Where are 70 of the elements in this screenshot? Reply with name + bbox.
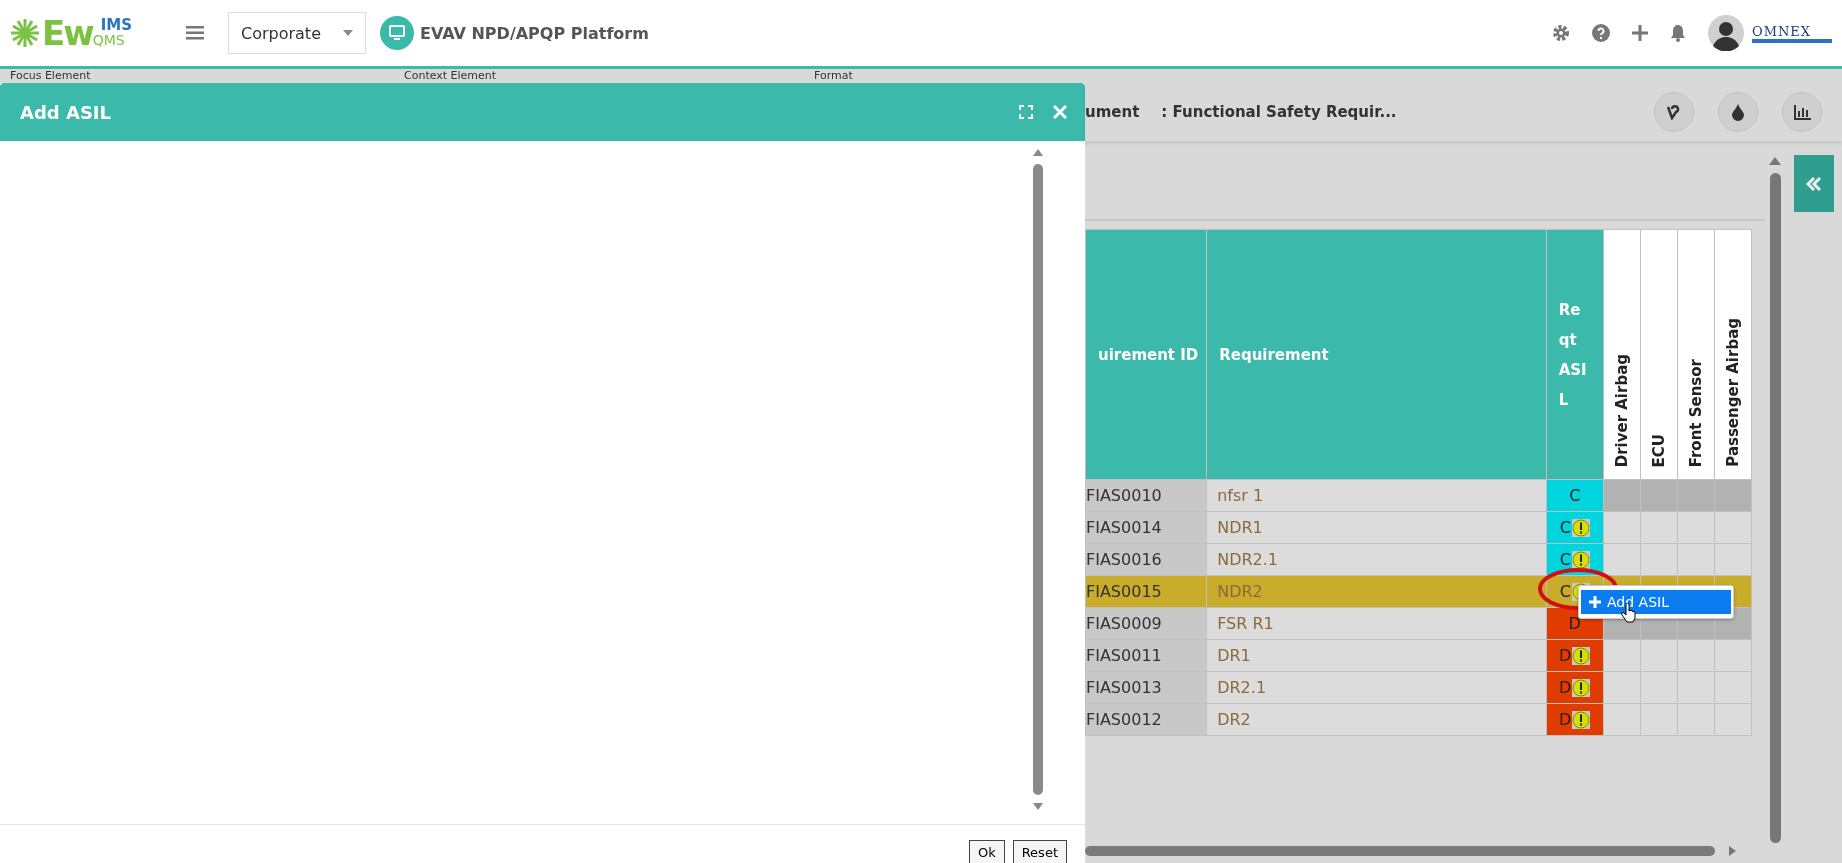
logo-text: Ew — [42, 13, 93, 53]
asil-cell[interactable]: D — [1546, 671, 1604, 704]
platform-title: EVAV NPD/APQP Platform — [420, 23, 649, 43]
table-cell: FIAS0012 — [1085, 703, 1207, 736]
table-cell: DR2 — [1206, 703, 1547, 736]
scroll-up-arrow-icon[interactable] — [1769, 157, 1781, 165]
table-cell: NDR1 — [1206, 511, 1547, 544]
dialog-button[interactable]: Reset — [1012, 840, 1067, 863]
scroll-right-arrow-icon[interactable] — [1729, 846, 1736, 856]
starburst-icon — [10, 18, 40, 48]
document-label: ument — [1085, 103, 1140, 121]
asil-cell[interactable]: D — [1546, 639, 1604, 672]
double-chevron-icon — [1805, 176, 1822, 191]
plus-icon — [1589, 596, 1601, 608]
settings-icon[interactable] — [1552, 24, 1570, 42]
dialog-title: Add ASIL — [20, 101, 113, 123]
chart-button[interactable] — [1782, 92, 1822, 132]
close-icon[interactable] — [1053, 105, 1067, 119]
monitor-icon — [380, 16, 414, 50]
scrollbar-thumb[interactable] — [1769, 173, 1781, 843]
table-cell: DR1 — [1206, 639, 1547, 672]
table-cell: FIAS0014 — [1085, 511, 1207, 544]
table-cell: FIAS0013 — [1085, 671, 1207, 704]
scroll-down-arrow-icon[interactable] — [1033, 803, 1043, 810]
scrollbar-thumb[interactable] — [1085, 846, 1715, 856]
asil-cell[interactable]: D — [1546, 703, 1604, 736]
menu-icon[interactable] — [186, 26, 204, 40]
column-header: Driver Airbag — [1603, 229, 1641, 480]
document-name: : Functional Safety Requir... — [1161, 103, 1397, 121]
vine-icon — [1666, 104, 1682, 120]
drop-button[interactable] — [1718, 92, 1758, 132]
drop-icon — [1732, 103, 1744, 121]
dialog-button[interactable]: Ok — [968, 840, 1005, 863]
table-cell: FIAS0016 — [1085, 543, 1207, 576]
avatar[interactable] — [1708, 15, 1744, 51]
column-header: Requirement — [1206, 229, 1547, 480]
table-cell: FIAS0010 — [1085, 479, 1207, 512]
table-cell: NDR2 — [1206, 575, 1547, 608]
site-dropdown[interactable]: Corporate — [228, 12, 366, 54]
table-cell: FIAS0011 — [1085, 639, 1207, 672]
column-header: Passenger Airbag — [1714, 229, 1752, 480]
vine-button[interactable] — [1654, 92, 1694, 132]
filter-label: Format — [814, 69, 853, 83]
filter-label: Context Element — [404, 69, 497, 83]
table-cell: FSR R1 — [1206, 607, 1547, 640]
table-cell: FIAS0009 — [1085, 607, 1207, 640]
asil-cell[interactable]: C — [1546, 511, 1604, 544]
menu-item[interactable]: Add ASIL — [1581, 590, 1731, 614]
table-cell: DR2.1 — [1206, 671, 1547, 704]
scroll-up-arrow-icon[interactable] — [1033, 149, 1043, 156]
logo-text: IMS — [99, 18, 132, 33]
table-cell: FIAS0015 — [1085, 575, 1207, 608]
scrollbar-thumb[interactable] — [1033, 164, 1043, 795]
column-header: Reqt ASIL — [1546, 229, 1604, 480]
asil-cell[interactable]: C — [1546, 479, 1604, 512]
brand-logo: OMNEX — [1752, 23, 1832, 43]
maximize-icon[interactable] — [1019, 105, 1033, 119]
column-header: uirement ID — [1085, 229, 1207, 480]
column-header: Front Sensor — [1677, 229, 1715, 480]
bell-icon[interactable] — [1670, 24, 1686, 42]
collapse-button[interactable] — [1793, 155, 1834, 212]
table-cell: NDR2.1 — [1206, 543, 1547, 576]
caret-icon — [343, 30, 353, 36]
column-header: ECU — [1640, 229, 1678, 480]
logo-text: QMS — [92, 33, 126, 48]
bar-chart-icon — [1793, 104, 1811, 120]
plus-icon[interactable] — [1632, 25, 1648, 41]
table-cell: nfsr 1 — [1206, 479, 1547, 512]
filter-label: Focus Element — [10, 69, 91, 83]
help-icon[interactable] — [1592, 24, 1610, 42]
